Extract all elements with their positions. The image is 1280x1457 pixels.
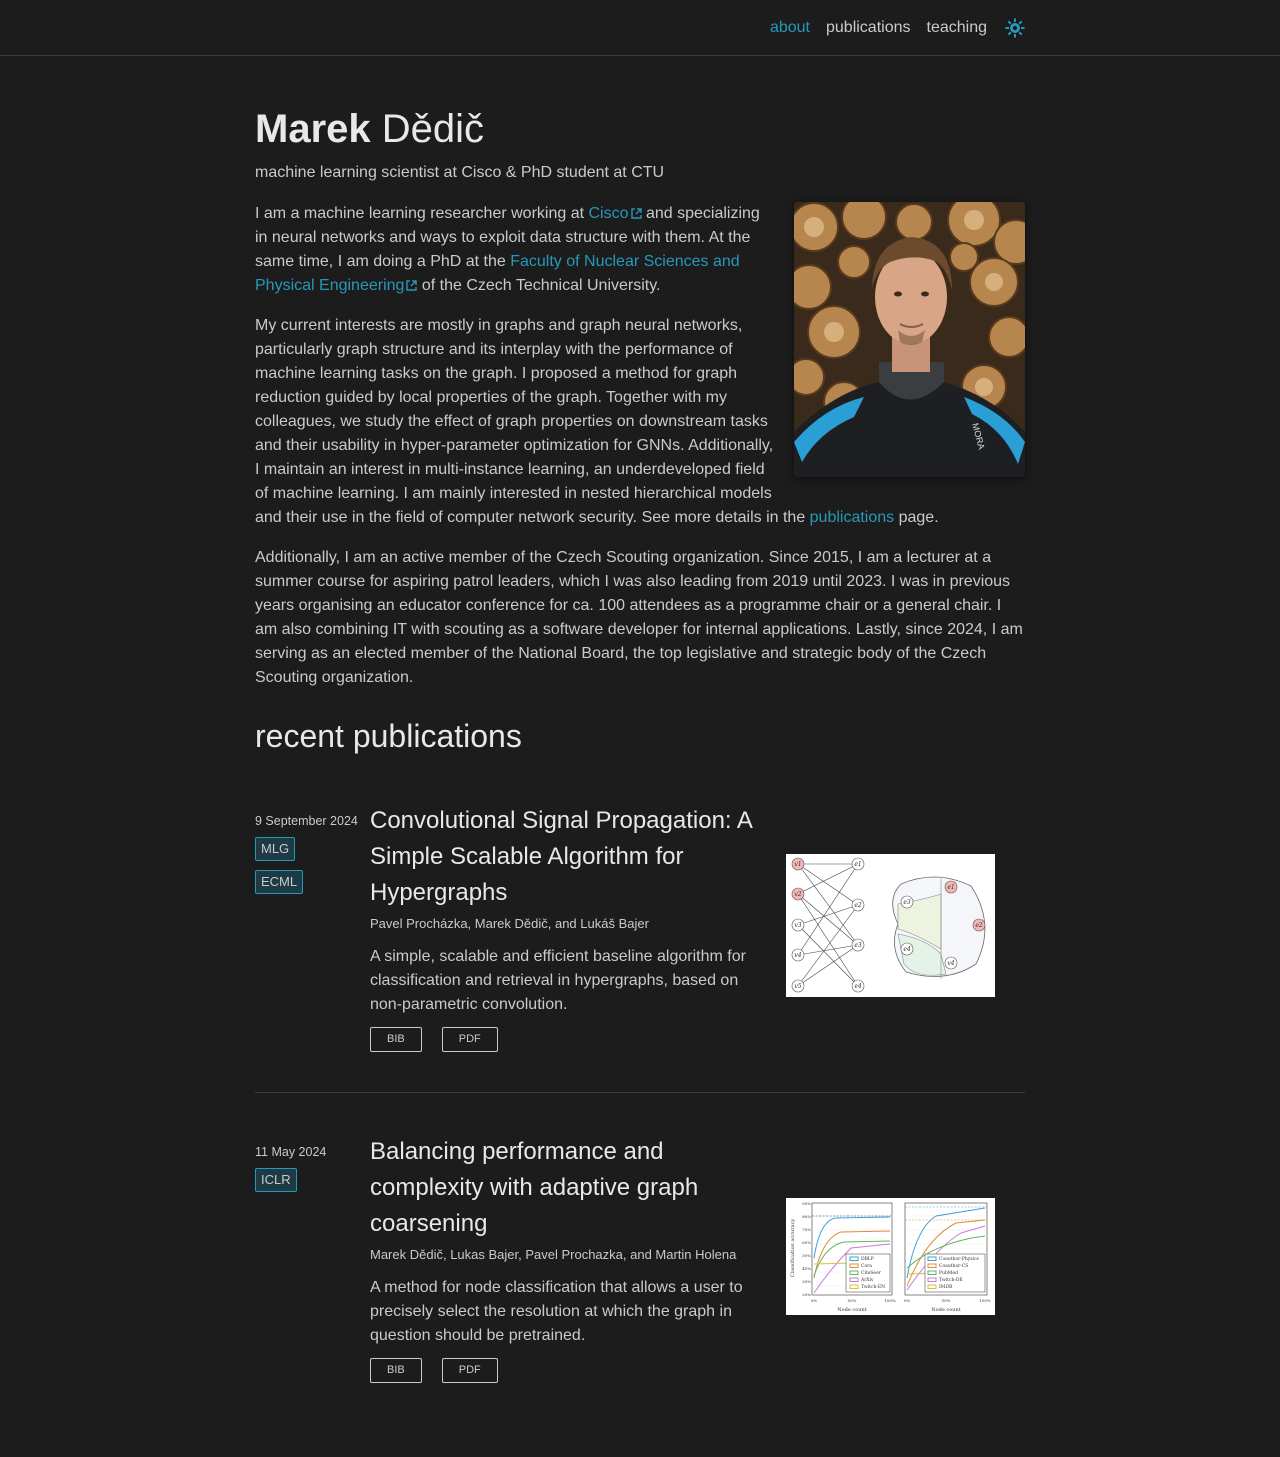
svg-text:v4: v4: [794, 952, 801, 959]
publication-date: 9 September 2024: [255, 814, 358, 828]
publication-thumbnail[interactable]: v1 v2 v3 v4 v5 e1 e2 e3 e4 e1 e2 e3 e4 v…: [786, 854, 995, 997]
publication-authors: Pavel Procházka, Marek Dědič, and Lukáš …: [370, 916, 649, 931]
profile-photo: MORA: [794, 202, 1025, 477]
svg-text:v3: v3: [794, 922, 801, 929]
legend-label: PubMed: [939, 1270, 958, 1276]
publications-link[interactable]: publications: [810, 509, 895, 526]
nav-item-teaching[interactable]: teaching: [927, 19, 988, 37]
svg-text:e1: e1: [854, 861, 861, 868]
legend-label: Twitch-EN: [861, 1284, 885, 1290]
y-tick-label: 80%: [802, 1214, 811, 1219]
svg-text:e3: e3: [903, 899, 911, 906]
svg-text:100%: 100%: [979, 1298, 991, 1303]
legend-label: DBLP: [861, 1256, 874, 1262]
legend-label: ArXiv: [860, 1277, 874, 1283]
navbar: about publications teaching: [0, 0, 1280, 56]
svg-text:Classification accuracy: Classification accuracy: [790, 1219, 796, 1278]
cisco-link[interactable]: Cisco: [589, 205, 629, 222]
publication-meta: 11 May 2024 ICLR: [255, 1141, 365, 1192]
svg-text:0%: 0%: [904, 1298, 911, 1303]
svg-text:v1: v1: [794, 861, 801, 868]
svg-text:e4: e4: [903, 946, 911, 953]
svg-text:e4: e4: [854, 983, 862, 990]
external-link-icon: [630, 208, 642, 219]
recent-publications-heading: recent publications: [255, 718, 522, 754]
first-name: Marek: [255, 107, 371, 151]
bib-button[interactable]: BIB: [370, 1027, 422, 1052]
legend-label: Twitch-DE: [939, 1277, 963, 1283]
legend-label: Coauthor-CS: [939, 1263, 968, 1269]
publication-authors: Marek Dědič, Lukas Bajer, Pavel Prochazk…: [370, 1247, 737, 1262]
publication-abstract: A simple, scalable and efficient baselin…: [370, 948, 746, 1013]
svg-text:e2: e2: [975, 922, 983, 929]
sun-icon[interactable]: [1005, 18, 1025, 38]
svg-text:e3: e3: [854, 942, 862, 949]
y-tick-label: 90%: [802, 1201, 811, 1206]
y-tick-label: 50%: [802, 1253, 811, 1258]
page-description: machine learning scientist at Cisco & Ph…: [255, 164, 665, 181]
svg-text:e2: e2: [854, 902, 862, 909]
publication-body: Convolutional Signal Propagation: A Simp…: [370, 807, 765, 1052]
nav-item-about[interactable]: about: [770, 19, 810, 37]
legend-label: Cora: [861, 1263, 872, 1269]
publication-abstract: A method for node classification that al…: [370, 1279, 743, 1344]
svg-text:e1: e1: [947, 884, 954, 891]
svg-text:100%: 100%: [884, 1298, 896, 1303]
bio: MORA I am a machine learning researcher …: [255, 202, 1025, 690]
legend-label: CiteSeer: [861, 1270, 882, 1276]
y-tick-label: 60%: [802, 1240, 811, 1245]
pdf-button[interactable]: PDF: [441, 1358, 498, 1383]
publication-item: 9 September 2024 MLG ECML Convolutional …: [255, 807, 1025, 1093]
venue-badge[interactable]: ECML: [255, 870, 304, 894]
publication-meta: 9 September 2024 MLG ECML: [255, 810, 365, 894]
nav-item-publications[interactable]: publications: [826, 19, 911, 37]
pdf-button[interactable]: PDF: [441, 1027, 498, 1052]
publication-date: 11 May 2024: [255, 1145, 327, 1159]
venue-badge[interactable]: MLG: [255, 837, 296, 861]
bio-paragraph-3: Additionally, I am an active member of t…: [255, 549, 1023, 686]
bib-button[interactable]: BIB: [370, 1358, 422, 1383]
page-title: Marek Dědič: [255, 106, 1025, 152]
legend-label: Coauthor-Physics: [939, 1256, 980, 1262]
venue-badge[interactable]: ICLR: [255, 1168, 297, 1192]
y-tick-label: 20%: [802, 1292, 811, 1297]
external-link-icon: [406, 280, 418, 291]
y-tick-label: 30%: [802, 1279, 811, 1284]
publication-thumbnail[interactable]: Classification accuracy 90% 80% 70% 60% 50% 4…: [786, 1198, 995, 1315]
nav-menu: about publications teaching: [754, 0, 1025, 56]
publication-title[interactable]: Balancing performance and complexity wit…: [370, 1134, 765, 1242]
publication-title[interactable]: Convolutional Signal Propagation: A Simp…: [370, 803, 765, 911]
y-tick-label: 70%: [802, 1227, 811, 1232]
svg-text:Node count: Node count: [931, 1307, 960, 1313]
main-content: Marek Dědič machine learning scientist a…: [255, 56, 1025, 1457]
svg-text:0%: 0%: [811, 1298, 818, 1303]
svg-text:v2: v2: [794, 891, 801, 898]
last-name: Dědič: [381, 107, 485, 151]
publication-body: Balancing performance and complexity wit…: [370, 1138, 765, 1383]
svg-text:Node count: Node count: [837, 1307, 866, 1313]
svg-text:v4: v4: [947, 960, 954, 967]
svg-text:50%: 50%: [942, 1298, 951, 1303]
svg-text:v5: v5: [794, 983, 801, 990]
y-tick-label: 40%: [802, 1266, 811, 1271]
svg-text:50%: 50%: [848, 1298, 857, 1303]
legend-label: IMDB: [939, 1284, 953, 1290]
